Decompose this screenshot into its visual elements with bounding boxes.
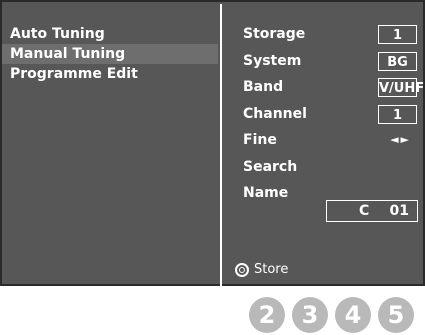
main-menu: Auto Tuning Manual Tuning Programme Edit xyxy=(2,24,218,84)
fine-adjust-arrows-icon[interactable]: ◄► xyxy=(390,133,411,146)
name-label: Name xyxy=(243,185,289,201)
channel-label: Channel xyxy=(243,105,307,122)
fine-label: Fine xyxy=(243,132,277,148)
remote-number-keys: 2 3 4 5 xyxy=(249,297,414,333)
number-key-4[interactable]: 4 xyxy=(335,297,371,333)
storage-row[interactable]: Storage 1 xyxy=(222,24,425,51)
band-label: Band xyxy=(243,79,284,95)
fine-row[interactable]: Fine ◄► xyxy=(222,130,425,157)
number-key-3[interactable]: 3 xyxy=(292,297,328,333)
name-value[interactable]: C 01 xyxy=(326,200,418,222)
number-key-5[interactable]: 5 xyxy=(378,297,414,333)
search-label: Search xyxy=(243,158,298,175)
menu-item-auto-tuning[interactable]: Auto Tuning xyxy=(2,24,218,44)
number-key-2[interactable]: 2 xyxy=(249,297,285,333)
band-row[interactable]: Band V/UHF xyxy=(222,77,425,104)
storage-value[interactable]: 1 xyxy=(378,25,417,44)
name-value-letter: C xyxy=(359,203,370,219)
search-row[interactable]: Search xyxy=(222,157,425,184)
store-label: Store xyxy=(254,262,289,277)
channel-value[interactable]: 1 xyxy=(378,104,417,124)
manual-tuning-panel: Storage 1 System BG Band V/UHF Channel 1… xyxy=(222,24,425,222)
storage-label: Storage xyxy=(243,26,306,42)
ok-button-icon xyxy=(235,262,249,277)
menu-item-programme-edit[interactable]: Programme Edit xyxy=(2,64,218,84)
name-value-number: 01 xyxy=(389,203,409,219)
channel-row[interactable]: Channel 1 xyxy=(222,104,425,131)
band-value[interactable]: V/UHF xyxy=(378,78,424,97)
tv-menu-screen: Auto Tuning Manual Tuning Programme Edit… xyxy=(0,0,425,286)
system-row[interactable]: System BG xyxy=(222,51,425,78)
system-label: System xyxy=(243,52,302,69)
store-hint[interactable]: Store xyxy=(235,262,288,277)
system-value[interactable]: BG xyxy=(378,51,417,71)
menu-item-manual-tuning[interactable]: Manual Tuning xyxy=(2,44,218,64)
